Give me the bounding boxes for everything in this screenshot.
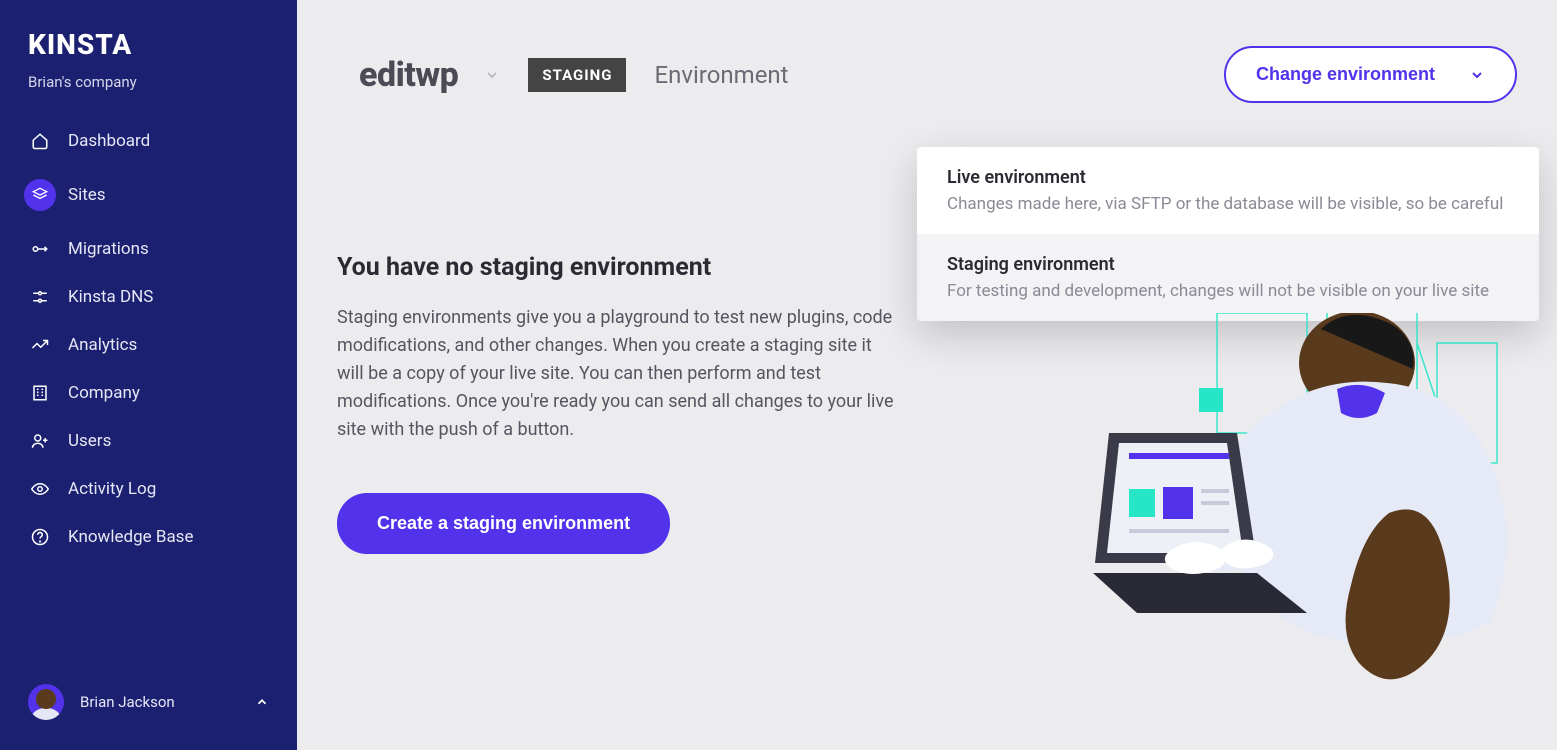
sidebar-item-label: Dashboard [68,131,150,151]
sidebar-item-label: Migrations [68,239,149,259]
chevron-down-icon [1469,67,1485,83]
intro-body: Staging environments give you a playgrou… [337,304,897,443]
layers-icon [24,179,56,211]
building-icon [30,383,50,403]
dns-icon [30,287,50,307]
dropdown-item-live[interactable]: Live environment Changes made here, via … [917,147,1539,234]
user-menu[interactable]: Brian Jackson [0,666,297,750]
sidebar-item-activity-log[interactable]: Activity Log [16,467,281,511]
chevron-down-icon [484,67,500,83]
plug-icon [30,239,50,259]
sidebar-nav: Dashboard Sites Migrations Kinsta DNS An [0,119,297,666]
create-staging-button[interactable]: Create a staging environment [337,493,670,554]
sidebar-item-label: Kinsta DNS [68,287,153,307]
sidebar-item-label: Sites [68,185,106,205]
environment-dropdown: Live environment Changes made here, via … [917,147,1539,321]
dropdown-item-title: Live environment [947,167,1509,188]
chevron-up-icon [255,695,269,709]
topbar: editwp STAGING Environment Change enviro… [297,46,1557,103]
dropdown-item-subtitle: Changes made here, via SFTP or the datab… [947,194,1509,214]
sidebar-item-label: Users [68,431,111,451]
help-icon [30,527,50,547]
user-plus-icon [30,431,50,451]
company-name[interactable]: Brian's company [0,73,297,119]
main: editwp STAGING Environment Change enviro… [297,0,1557,750]
user-name: Brian Jackson [80,693,175,711]
brand-logo: KINSTA [0,28,297,73]
avatar [28,684,64,720]
eye-icon [30,479,50,499]
sidebar-item-knowledge-base[interactable]: Knowledge Base [16,515,281,559]
page-title: You have no staging environment [337,253,897,282]
content: You have no staging environment Staging … [297,103,1557,554]
home-icon [30,131,50,151]
dropdown-item-subtitle: For testing and development, changes wil… [947,281,1509,301]
intro-block: You have no staging environment Staging … [337,253,897,554]
sidebar-item-migrations[interactable]: Migrations [16,227,281,271]
sidebar-item-sites[interactable]: Sites [16,167,281,223]
change-environment-label: Change environment [1256,64,1435,85]
sidebar-item-label: Company [68,383,140,403]
sidebar-item-users[interactable]: Users [16,419,281,463]
sidebar-item-dashboard[interactable]: Dashboard [16,119,281,163]
sidebar-item-company[interactable]: Company [16,371,281,415]
env-badge: STAGING [528,58,626,92]
env-label: Environment [654,61,788,89]
dropdown-item-title: Staging environment [947,254,1509,275]
sidebar-item-label: Knowledge Base [68,527,193,547]
trend-icon [30,335,50,355]
site-name: editwp [359,55,458,95]
change-environment-button[interactable]: Change environment [1224,46,1517,103]
sidebar-item-kinsta-dns[interactable]: Kinsta DNS [16,275,281,319]
dropdown-item-staging[interactable]: Staging environment For testing and deve… [917,234,1539,321]
sidebar-item-label: Activity Log [68,479,156,499]
sidebar: KINSTA Brian's company Dashboard Sites M… [0,0,297,750]
sidebar-item-analytics[interactable]: Analytics [16,323,281,367]
person-laptop-illustration [1077,313,1517,693]
sidebar-item-label: Analytics [68,335,137,355]
site-selector[interactable]: editwp [359,55,500,95]
